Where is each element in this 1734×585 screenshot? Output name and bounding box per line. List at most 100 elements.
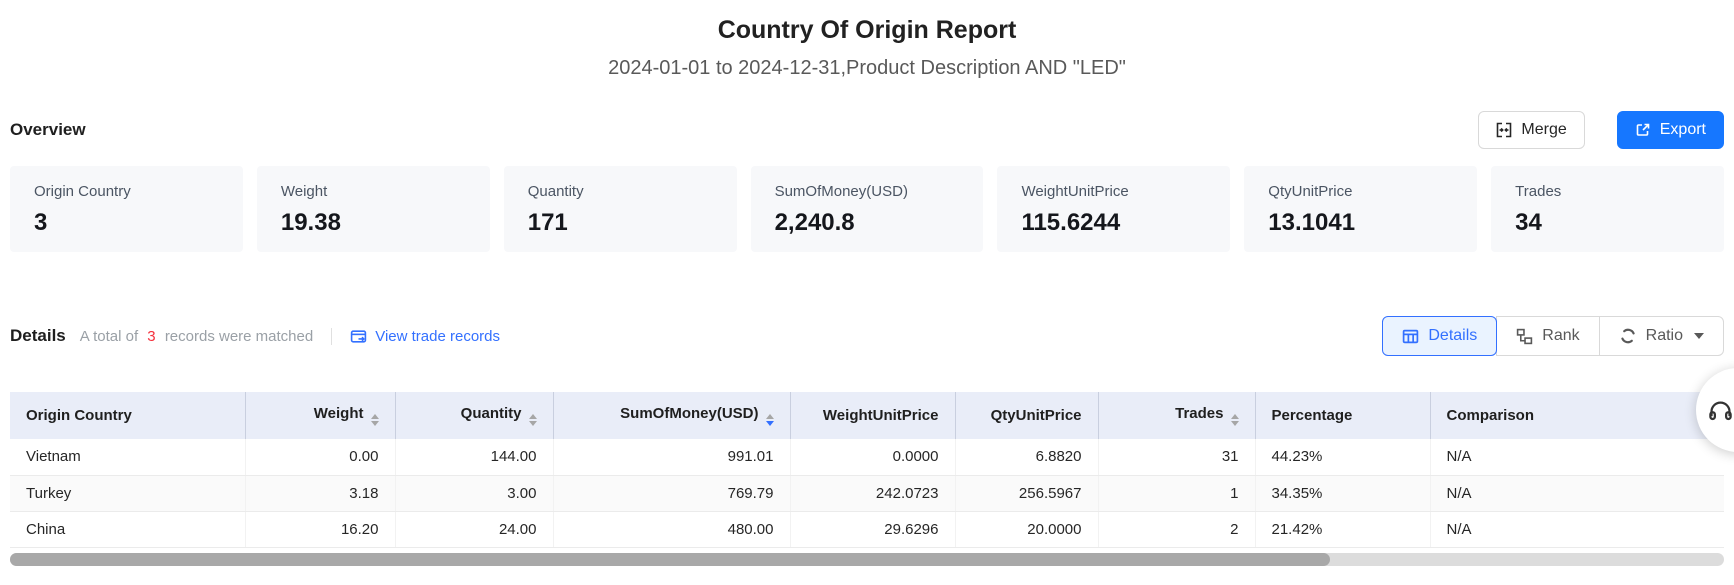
card-value: 13.1041 — [1268, 209, 1453, 237]
cell-trades: 31 — [1098, 439, 1255, 475]
tab-details-label: Details — [1428, 327, 1477, 345]
card-label: WeightUnitPrice — [1021, 183, 1206, 200]
card-qty-unit-price: QtyUnitPrice 13.1041 — [1244, 166, 1477, 252]
sort-icon — [529, 414, 537, 426]
tab-details[interactable]: Details — [1382, 316, 1497, 356]
col-header-weight-unit-price: WeightUnitPrice — [790, 392, 955, 439]
export-button-label: Export — [1660, 121, 1706, 139]
overview-header-row: Overview Merge Export — [0, 110, 1734, 150]
cell-trades: 2 — [1098, 511, 1255, 547]
col-label: QtyUnitPrice — [991, 407, 1082, 424]
window-arrow-icon — [350, 328, 367, 345]
cell-weight: 3.18 — [245, 475, 395, 511]
card-origin-country: Origin Country 3 — [10, 166, 243, 252]
view-trade-records-link[interactable]: View trade records — [350, 328, 500, 345]
tab-ratio-label: Ratio — [1646, 327, 1683, 345]
card-trades: Trades 34 — [1491, 166, 1724, 252]
col-header-comparison: Comparison — [1430, 392, 1724, 439]
headset-icon — [1707, 397, 1734, 424]
tab-rank[interactable]: Rank — [1496, 316, 1599, 356]
col-label: WeightUnitPrice — [823, 407, 939, 424]
col-header-weight[interactable]: Weight — [245, 392, 395, 439]
card-value: 171 — [528, 209, 713, 237]
merge-button[interactable]: Merge — [1478, 111, 1584, 149]
col-label: Origin Country — [26, 407, 132, 424]
cell-trades: 1 — [1098, 475, 1255, 511]
col-header-sum-of-money[interactable]: SumOfMoney(USD) — [553, 392, 790, 439]
sync-circle-icon — [1619, 327, 1637, 345]
cell-weight: 16.20 — [245, 511, 395, 547]
sort-icon-active-desc — [766, 414, 774, 426]
col-header-trades[interactable]: Trades — [1098, 392, 1255, 439]
summary-suffix: records were matched — [165, 328, 313, 345]
card-value: 34 — [1515, 209, 1700, 237]
export-button[interactable]: Export — [1617, 111, 1724, 149]
page-subtitle: 2024-01-01 to 2024-12-31,Product Descrip… — [0, 57, 1734, 80]
cell-sum-of-money: 480.00 — [553, 511, 790, 547]
col-label: SumOfMoney(USD) — [620, 405, 758, 422]
card-label: Origin Country — [34, 183, 219, 200]
details-table: Origin Country Weight Quantity SumOfMone… — [10, 392, 1724, 548]
tab-ratio[interactable]: Ratio — [1599, 316, 1724, 356]
cell-comparison: N/A — [1430, 475, 1724, 511]
card-sum-of-money: SumOfMoney(USD) 2,240.8 — [751, 166, 984, 252]
cell-sum-of-money: 991.01 — [553, 439, 790, 475]
summary-prefix: A total of — [80, 328, 138, 345]
details-heading: Details — [10, 326, 66, 346]
cell-sum-of-money: 769.79 — [553, 475, 790, 511]
sort-icon — [1231, 414, 1239, 426]
overview-heading: Overview — [10, 120, 86, 140]
cell-qty-unit-price: 256.5967 — [955, 475, 1098, 511]
card-value: 2,240.8 — [775, 209, 960, 237]
matched-count: 3 — [147, 328, 155, 345]
sort-icon — [371, 414, 379, 426]
toolbar: Merge Export — [1478, 111, 1724, 149]
details-summary-group: Details A total of 3 records were matche… — [10, 326, 500, 346]
col-label: Weight — [314, 405, 364, 422]
cell-quantity: 144.00 — [395, 439, 553, 475]
col-label: Comparison — [1447, 407, 1535, 424]
card-value: 115.6244 — [1021, 209, 1206, 237]
card-value: 3 — [34, 209, 219, 237]
cell-weight-unit-price: 0.0000 — [790, 439, 955, 475]
card-label: Trades — [1515, 183, 1700, 200]
horizontal-scrollbar-thumb[interactable] — [10, 553, 1330, 566]
cell-percentage: 44.23% — [1255, 439, 1430, 475]
flowchart-icon — [1516, 328, 1533, 345]
table-row: China 16.20 24.00 480.00 29.6296 20.0000… — [10, 511, 1724, 547]
table-grid-icon — [1402, 328, 1419, 345]
cell-origin-country: Vietnam — [10, 439, 245, 475]
cell-weight-unit-price: 242.0723 — [790, 475, 955, 511]
card-label: SumOfMoney(USD) — [775, 183, 960, 200]
cell-percentage: 21.42% — [1255, 511, 1430, 547]
col-header-quantity[interactable]: Quantity — [395, 392, 553, 439]
page-title: Country Of Origin Report — [0, 0, 1734, 45]
table-row: Turkey 3.18 3.00 769.79 242.0723 256.596… — [10, 475, 1724, 511]
card-label: QtyUnitPrice — [1268, 183, 1453, 200]
tab-rank-label: Rank — [1542, 327, 1579, 345]
merge-icon — [1496, 122, 1512, 138]
col-label: Percentage — [1272, 407, 1353, 424]
view-switcher: Details Rank Ratio — [1382, 316, 1724, 356]
details-header-row: Details A total of 3 records were matche… — [0, 316, 1734, 356]
card-quantity: Quantity 171 — [504, 166, 737, 252]
records-matched-summary: A total of 3 records were matched — [80, 328, 313, 345]
table-row: Vietnam 0.00 144.00 991.01 0.0000 6.8820… — [10, 439, 1724, 475]
cell-comparison: N/A — [1430, 439, 1724, 475]
card-label: Weight — [281, 183, 466, 200]
cell-weight-unit-price: 29.6296 — [790, 511, 955, 547]
cell-percentage: 34.35% — [1255, 475, 1430, 511]
col-label: Quantity — [461, 405, 522, 422]
card-weight: Weight 19.38 — [257, 166, 490, 252]
cell-origin-country: China — [10, 511, 245, 547]
external-link-icon — [1635, 122, 1651, 138]
card-value: 19.38 — [281, 209, 466, 237]
cell-quantity: 24.00 — [395, 511, 553, 547]
card-weight-unit-price: WeightUnitPrice 115.6244 — [997, 166, 1230, 252]
col-header-percentage: Percentage — [1255, 392, 1430, 439]
col-label: Trades — [1175, 405, 1223, 422]
cell-qty-unit-price: 6.8820 — [955, 439, 1098, 475]
overview-cards: Origin Country 3 Weight 19.38 Quantity 1… — [0, 166, 1734, 252]
merge-button-label: Merge — [1521, 121, 1566, 139]
horizontal-scrollbar-track[interactable] — [10, 553, 1724, 566]
